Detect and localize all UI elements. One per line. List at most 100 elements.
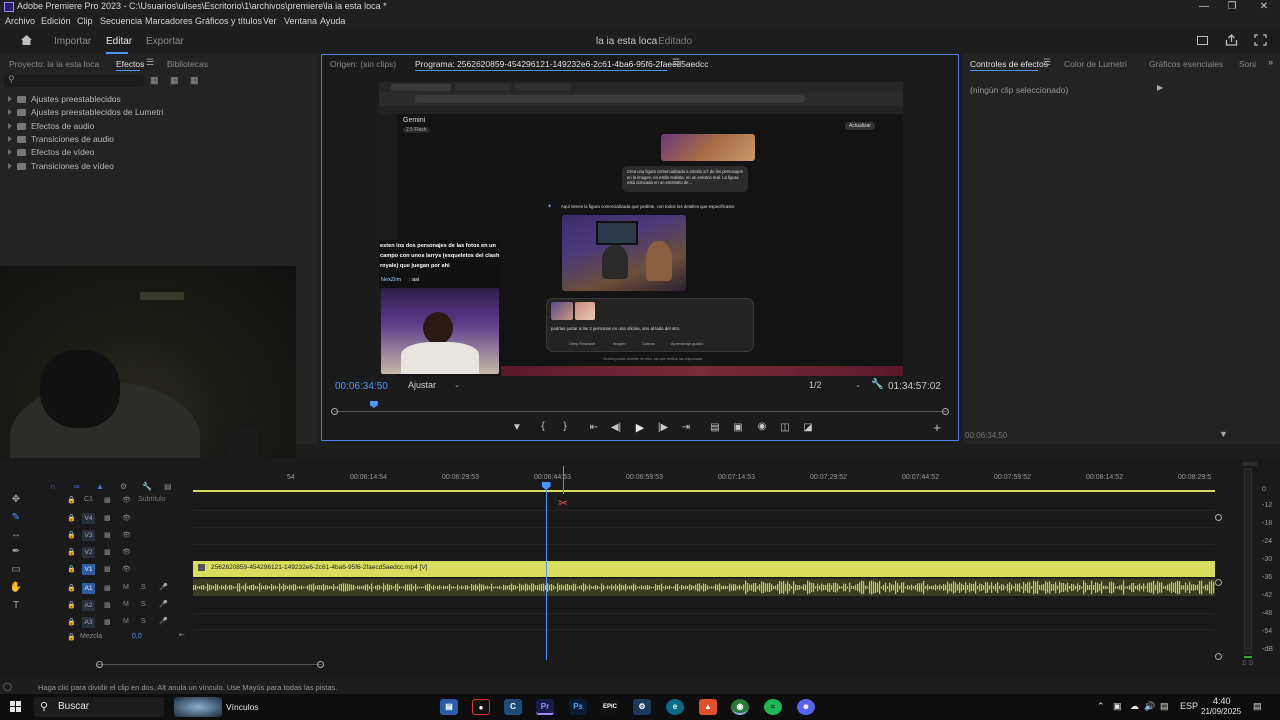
steam-icon[interactable]: ⚙ [633, 699, 651, 715]
extract-icon[interactable]: ▣ [730, 422, 746, 433]
program-scrubber-track[interactable] [334, 411, 947, 412]
scroll-handle-right[interactable] [317, 661, 324, 668]
step-forward-icon[interactable]: |▶ [655, 422, 671, 433]
mark-out-icon[interactable]: } [557, 421, 573, 432]
audio-clip[interactable] [193, 579, 1215, 596]
comparison-view-icon[interactable]: ◫ [777, 422, 793, 433]
vscroll-handle-mid[interactable] [1215, 579, 1222, 586]
notifications-icon[interactable]: ▤ [1253, 701, 1262, 712]
discord-icon[interactable]: ☻ [797, 699, 815, 715]
program-menu-icon[interactable]: ☰ [672, 57, 680, 68]
resolution-dropdown[interactable]: 1/2 ⌄ [809, 380, 861, 391]
timeline-playhead[interactable] [541, 482, 551, 660]
track-name-a1[interactable]: A1 [82, 583, 95, 594]
lock-icon[interactable]: 🔒 [67, 514, 76, 522]
filter-icon[interactable]: ▼ [1219, 429, 1228, 439]
sync-lock-icon[interactable]: ▩ [104, 531, 111, 539]
workspaces-icon[interactable] [1197, 36, 1208, 45]
tab-source[interactable]: Origen: (sin clips) [330, 59, 396, 69]
scroll-handle-left[interactable] [96, 661, 103, 668]
tab-proyecto[interactable]: Proyecto: la ia esta loca [9, 59, 99, 69]
tab-lumetri-color[interactable]: Color de Lumetri [1064, 59, 1127, 69]
lock-icon[interactable]: 🔒 [67, 584, 76, 592]
accelerated-effects-icon[interactable]: ▦ [150, 75, 159, 86]
microphone-icon[interactable]: 🎤 [159, 583, 168, 591]
fullscreen-icon[interactable] [1254, 34, 1267, 46]
widget-label[interactable]: Vínculos [226, 702, 259, 712]
vscroll-handle-top[interactable] [1215, 514, 1222, 521]
add-marker-icon[interactable]: ▼ [509, 422, 525, 433]
tab-editar[interactable]: Editar [106, 36, 132, 47]
time-ruler[interactable]: 54 00:06:14:54 00:06:29:53 00:06:44:53 0… [193, 469, 1215, 489]
lock-icon[interactable]: 🔒 [67, 548, 76, 556]
spotify-icon[interactable]: ≈ [764, 699, 782, 715]
menu-edicion[interactable]: Edición [41, 16, 71, 26]
snap-icon[interactable]: ∩ [50, 482, 56, 491]
lock-icon[interactable]: 🔒 [67, 618, 76, 626]
epic-games-icon[interactable]: EPIC [601, 699, 619, 715]
mute-button[interactable]: M [123, 584, 129, 591]
sync-lock-icon[interactable]: ▩ [104, 548, 111, 556]
sync-lock-icon[interactable]: ▩ [104, 618, 111, 626]
taskbar-search-box[interactable]: ⚲ Buscar [34, 697, 164, 717]
menu-marcadores[interactable]: Marcadores [145, 16, 193, 26]
microphone-icon[interactable]: 🎤 [159, 600, 168, 608]
scrubber-start-handle[interactable] [331, 408, 338, 415]
settings-wrench-icon[interactable]: 🔧 [871, 379, 883, 390]
lock-icon[interactable]: 🔒 [67, 496, 76, 504]
mark-in-icon[interactable]: { [535, 421, 551, 432]
tree-item-audio-transitions[interactable]: Transiciones de audio [8, 134, 114, 144]
multicam-icon[interactable]: ◪ [800, 422, 816, 433]
track-name-v1[interactable]: V1 [82, 564, 95, 575]
sync-lock-icon[interactable]: ▩ [104, 565, 111, 573]
menu-graficos[interactable]: Gráficos y títulos [195, 16, 262, 26]
menu-ver[interactable]: Ver [263, 16, 277, 26]
step-back-icon[interactable]: ◀| [608, 422, 624, 433]
lock-icon[interactable]: 🔒 [67, 601, 76, 609]
razor-tool-icon[interactable]: ✎ [8, 512, 24, 526]
selection-tool-icon[interactable]: ✥ [8, 494, 24, 508]
timeline-settings-icon[interactable]: ⚙ [120, 482, 127, 491]
tree-item-video-transitions[interactable]: Transiciones de vídeo [8, 161, 114, 171]
mix-jump-icon[interactable]: ⇤ [179, 631, 185, 639]
solo-button[interactable]: S [141, 584, 146, 591]
maximize-button[interactable]: ❐ [1216, 0, 1248, 14]
eye-icon[interactable]: 👁 [122, 531, 131, 539]
tab-bibliotecas[interactable]: Bibliotecas [167, 59, 208, 69]
go-to-in-icon[interactable]: ⇤ [586, 422, 602, 433]
panel-overflow-icon[interactable]: » [1268, 57, 1273, 67]
hand-tool-icon[interactable]: ✋ [8, 582, 24, 596]
track-name-v4[interactable]: V4 [82, 513, 95, 524]
solo-button[interactable]: S [141, 618, 146, 625]
tab-sound[interactable]: Soni [1239, 59, 1256, 69]
panel-menu-icon[interactable]: ☰ [1043, 57, 1051, 68]
language-indicator[interactable]: ESP [1180, 701, 1198, 711]
scrubber-end-handle[interactable] [942, 408, 949, 415]
lock-icon[interactable]: 🔒 [67, 633, 76, 641]
tab-program[interactable]: Programa: 2562620859-454296121-149232e6-… [415, 59, 708, 69]
wrench-timeline-icon[interactable]: 🔧 [142, 482, 152, 491]
microphone-icon[interactable]: 🎤 [159, 617, 168, 625]
type-tool-icon[interactable]: T [8, 600, 24, 614]
play-icon[interactable]: ▶ [632, 421, 648, 434]
yuv-effects-icon[interactable]: ▦ [190, 75, 199, 86]
work-area-bar[interactable] [193, 490, 1215, 492]
add-button-icon[interactable]: + [929, 420, 945, 435]
tab-importar[interactable]: Importar [54, 36, 91, 47]
eye-icon[interactable]: 👁 [122, 496, 131, 504]
premiere-taskbar-icon[interactable]: Pr [536, 699, 554, 715]
edge-icon[interactable]: e [666, 699, 684, 715]
ripple-edit-tool-icon[interactable]: ↔ [8, 529, 24, 543]
home-icon[interactable] [20, 34, 33, 46]
photoshop-icon[interactable]: Ps [569, 699, 587, 715]
32bit-effects-icon[interactable]: ▦ [170, 75, 179, 86]
tab-efectos[interactable]: Efectos [116, 59, 144, 69]
expand-arrow-icon[interactable]: ▶ [1157, 83, 1163, 92]
video-clip[interactable]: 2562620859-454296121-149232e6-2c61-4ba6-… [193, 561, 1215, 577]
mute-button[interactable]: M [123, 618, 129, 625]
fit-dropdown[interactable]: Ajustar ⌄ [408, 380, 460, 391]
close-button[interactable]: ✕ [1248, 0, 1280, 14]
menu-ventana[interactable]: Ventana [284, 16, 317, 26]
program-playhead[interactable] [369, 401, 378, 408]
current-timecode[interactable]: 00:06:34:50 [335, 381, 388, 392]
